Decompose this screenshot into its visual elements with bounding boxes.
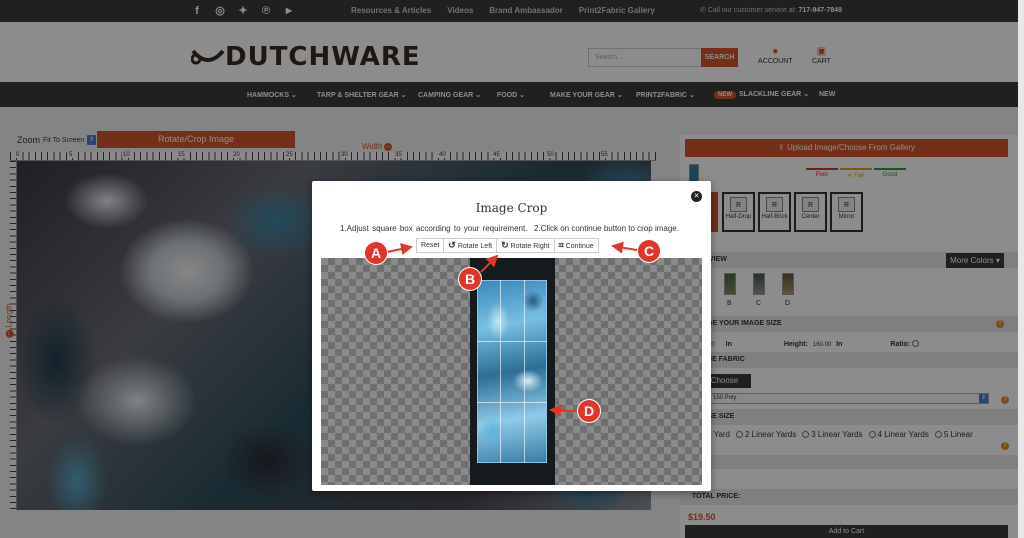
rotate-right-button[interactable]: ↻ Rotate Right (497, 239, 555, 252)
instruction-2: 2.Click on continue button to crop image… (534, 224, 679, 233)
crop-toolbar: Reset ↺ Rotate Left ↻ Rotate Right ⌗ Contin… (416, 238, 599, 253)
continue-label: Continue (565, 243, 594, 250)
rotate-left-label: Rotate Left (457, 243, 493, 250)
callout-a: A (365, 242, 387, 264)
rotate-right-icon: ↻ (501, 240, 509, 250)
reset-button[interactable]: Reset (417, 239, 445, 252)
crop-icon: ⌗ (558, 240, 564, 250)
rotate-left-button[interactable]: ↺ Rotate Left (444, 239, 498, 252)
crop-guide-line (477, 341, 547, 342)
callout-c: C (638, 240, 660, 262)
crop-guide-line (524, 280, 525, 463)
rotate-right-label: Rotate Right (510, 243, 550, 250)
continue-button[interactable]: ⌗ Continue (554, 239, 598, 252)
callout-d: D (578, 400, 600, 422)
crop-selection-box[interactable] (477, 280, 547, 463)
crop-guide-line (477, 402, 547, 403)
callout-b: B (459, 268, 481, 290)
rotate-left-icon: ↺ (448, 240, 456, 250)
instruction-1: 1.Adjust square box according to your re… (340, 224, 528, 233)
crop-guide-line (500, 280, 501, 463)
modal-title: Image Crop (475, 201, 548, 215)
page-scrollbar[interactable] (1018, 0, 1024, 538)
